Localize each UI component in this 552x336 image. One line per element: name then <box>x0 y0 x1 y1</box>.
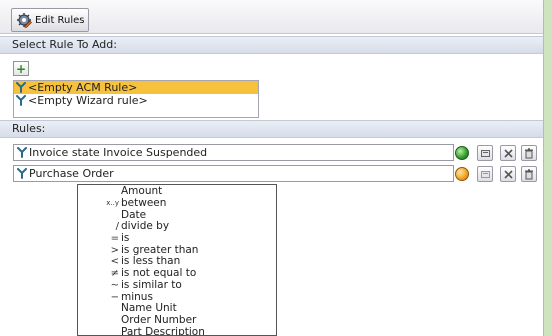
list-item-label: <Empty Wizard rule> <box>28 94 148 107</box>
dropdown-item-label: is not equal to <box>121 267 197 280</box>
dropdown-item[interactable]: x..y between <box>78 198 276 210</box>
dropdown-item[interactable]: Name Unit <box>78 303 276 315</box>
dropdown-item-symbol: = <box>110 233 119 245</box>
dropdown-item-label: Part Description <box>121 325 205 336</box>
dropdown-item[interactable]: ≠ is not equal to <box>78 268 276 280</box>
dropdown-item-symbol: − <box>110 291 119 303</box>
dropdown-item[interactable]: < is less than <box>78 256 276 268</box>
dropdown-item[interactable]: − minus <box>78 291 276 303</box>
dropdown-item-label: is greater than <box>121 243 199 256</box>
rules-header: Rules: <box>0 120 543 138</box>
dropdown-item[interactable]: Order Number <box>78 313 276 327</box>
edit-rule-button[interactable] <box>477 166 493 182</box>
close-icon <box>503 148 513 158</box>
edit-icon <box>480 170 490 178</box>
delete-rule-button[interactable] <box>500 145 516 161</box>
dropdown-item-label: is less than <box>121 255 181 268</box>
dropdown-item-label: minus <box>121 290 153 303</box>
rule-fork-icon <box>17 168 27 179</box>
close-icon <box>503 169 513 179</box>
dropdown-item-label: Date <box>121 208 147 221</box>
edit-rule-button[interactable] <box>477 145 493 161</box>
dropdown-item-label: between <box>121 197 167 210</box>
delete-rule-button[interactable] <box>500 166 516 182</box>
edit-rules-button[interactable]: Edit Rules <box>11 8 89 32</box>
window-right-edge <box>543 0 552 336</box>
edit-rules-label: Edit Rules <box>35 14 85 26</box>
trash-rule-button[interactable] <box>521 166 537 182</box>
edit-rules-window: Edit Rules Select Rule To Add: + <Empty … <box>0 0 543 336</box>
add-rule-button[interactable]: + <box>13 61 29 76</box>
rule-row[interactable]: Purchase Order <box>13 165 454 182</box>
status-warning-icon <box>455 167 469 181</box>
trash-icon <box>525 168 533 179</box>
dropdown-item[interactable]: Amount <box>78 186 276 198</box>
rule-row[interactable]: Invoice state Invoice Suspended <box>13 144 454 161</box>
rule-fork-icon <box>16 95 26 106</box>
dropdown-item[interactable]: > is greater than <box>78 244 276 256</box>
list-item[interactable]: <Empty Wizard rule> <box>14 94 258 107</box>
dropdown-item[interactable]: = is <box>78 233 276 245</box>
dropdown-item-symbol: ≠ <box>110 268 119 280</box>
dropdown-item-label: Amount <box>121 185 163 198</box>
dropdown-item-symbol: / <box>115 221 119 233</box>
dropdown-item[interactable]: Date <box>78 209 276 221</box>
list-item-label: <Empty ACM Rule> <box>28 81 138 94</box>
toolbar: Edit Rules <box>0 0 543 34</box>
dropdown-item-label: is <box>121 232 130 245</box>
dropdown-item-symbol: x..y <box>106 199 119 208</box>
status-ok-icon <box>455 146 469 160</box>
rule-label: Purchase Order <box>29 167 114 180</box>
rule-fork-icon <box>16 82 26 93</box>
dropdown-item-label: Name Unit <box>121 302 177 315</box>
trash-icon <box>525 147 533 158</box>
dropdown-item-label: is similar to <box>121 278 182 291</box>
dropdown-item[interactable]: / divide by <box>78 221 276 233</box>
dropdown-item-symbol: < <box>110 256 119 268</box>
list-item[interactable]: <Empty ACM Rule> <box>14 81 258 94</box>
dropdown-item-label: Order Number <box>121 313 197 326</box>
gear-edit-icon <box>17 13 32 28</box>
dropdown-item[interactable]: ~ is similar to <box>78 278 276 292</box>
select-rule-header: Select Rule To Add: <box>0 36 543 54</box>
condition-dropdown[interactable]: Amount x..y between Date / divide by = is >… <box>77 184 277 336</box>
trash-rule-button[interactable] <box>521 145 537 161</box>
dropdown-item-symbol: ~ <box>110 279 119 291</box>
rule-label: Invoice state Invoice Suspended <box>29 146 208 159</box>
rule-template-list[interactable]: <Empty ACM Rule> <Empty Wizard rule> <box>13 80 259 118</box>
dropdown-item-symbol: > <box>110 244 119 256</box>
dropdown-item[interactable]: Part Description <box>78 325 276 336</box>
dropdown-item-label: divide by <box>121 220 170 233</box>
rule-fork-icon <box>17 147 27 158</box>
edit-icon <box>480 149 490 157</box>
